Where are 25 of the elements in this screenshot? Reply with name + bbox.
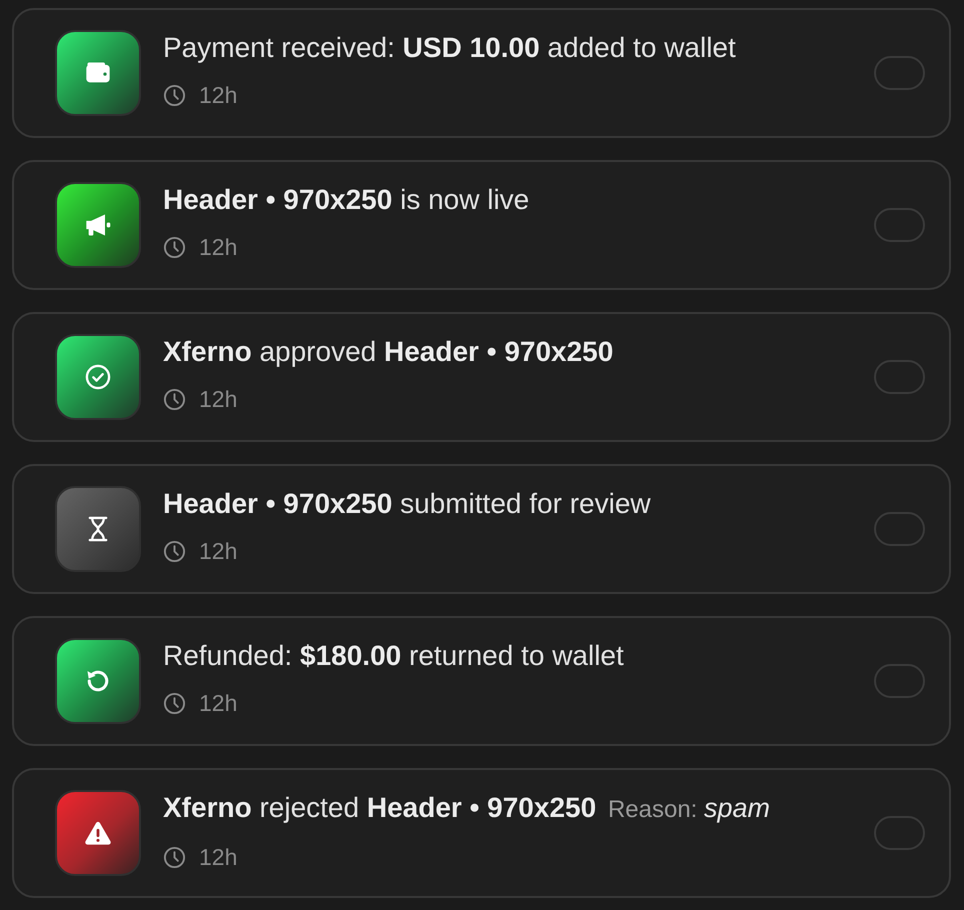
pill-button[interactable] bbox=[874, 208, 925, 242]
pill-button[interactable] bbox=[874, 512, 925, 546]
pill-button[interactable] bbox=[874, 664, 925, 698]
timestamp: 12h bbox=[199, 385, 238, 413]
timestamp: 12h bbox=[199, 843, 238, 871]
pill-button[interactable] bbox=[874, 816, 925, 850]
timestamp: 12h bbox=[199, 233, 238, 261]
timestamp: 12h bbox=[199, 537, 238, 565]
clock-icon bbox=[163, 388, 186, 410]
timestamp: 12h bbox=[199, 81, 238, 109]
notification-text: Header • 970x250 submitted for review bbox=[163, 488, 651, 519]
reason-text: Reason: spam bbox=[608, 796, 770, 823]
pill-button[interactable] bbox=[874, 56, 925, 90]
clock-icon bbox=[163, 236, 186, 258]
notification-text: Payment received: USD 10.00 added to wallet bbox=[163, 32, 736, 63]
pill-button[interactable] bbox=[874, 360, 925, 394]
notification-text: Xferno rejected Header • 970x250 bbox=[163, 792, 596, 823]
notification-text: Header • 970x250 is now live bbox=[163, 184, 530, 215]
clock-icon bbox=[163, 540, 186, 562]
clock-icon bbox=[163, 84, 186, 106]
timestamp: 12h bbox=[199, 689, 238, 717]
clock-icon bbox=[163, 692, 186, 714]
notification-text: Refunded: $180.00 returned to wallet bbox=[163, 640, 624, 671]
clock-icon bbox=[163, 846, 186, 868]
notification-text: Xferno approved Header • 970x250 bbox=[163, 336, 614, 367]
